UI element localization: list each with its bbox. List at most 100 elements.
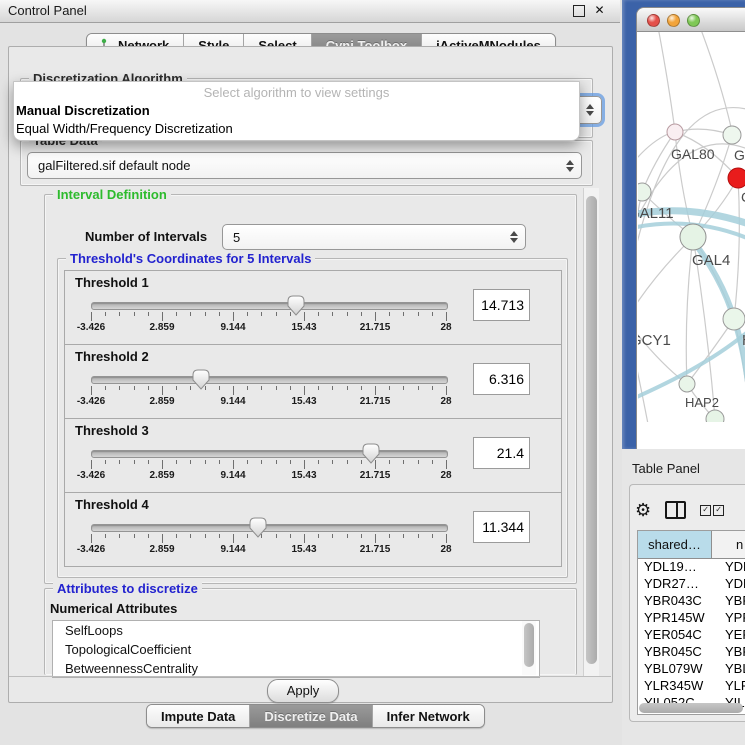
table-panel-title: Table Panel — [632, 461, 700, 476]
number-of-intervals-combobox[interactable]: 5 — [222, 224, 526, 250]
table-row[interactable]: YBL079WYBL0 — [638, 661, 745, 678]
combo-arrows-icon — [566, 160, 574, 172]
slider-track[interactable] — [91, 524, 448, 532]
panel-scrollbar-track[interactable] — [583, 188, 599, 676]
network-node[interactable] — [667, 124, 683, 140]
slider-thumb[interactable] — [192, 369, 210, 390]
slider-thumb[interactable] — [249, 517, 267, 538]
network-node-label: GAL11 — [638, 205, 674, 222]
cell-name: YBR0 — [717, 593, 745, 610]
slider-tick — [190, 460, 191, 464]
slider-thumb[interactable] — [362, 443, 380, 464]
tab-label: Impute Data — [161, 709, 235, 724]
network-node[interactable] — [638, 183, 651, 201]
slider-tick — [105, 534, 106, 538]
column-header-shared-name[interactable]: shared… — [638, 531, 712, 558]
network-node[interactable] — [679, 376, 695, 392]
slider-scale-label: 28 — [440, 322, 451, 333]
tab-discretize-data[interactable]: Discretize Data — [250, 705, 372, 727]
algorithm-option-manual-discretization[interactable]: Manual Discretization — [14, 103, 579, 121]
apply-button[interactable]: Apply — [267, 679, 339, 703]
table-data-combobox[interactable]: galFiltered.sif default node — [27, 152, 582, 179]
network-edge[interactable] — [658, 32, 674, 124]
network-edge[interactable] — [638, 237, 693, 320]
network-node[interactable] — [728, 168, 745, 188]
slider-track[interactable] — [91, 450, 448, 458]
combo-arrows-icon — [510, 231, 518, 243]
slider-track[interactable] — [91, 302, 448, 310]
tab-impute-data[interactable]: Impute Data — [147, 705, 250, 727]
slider-scale-label: 9.144 — [220, 322, 245, 333]
slider-tick — [162, 534, 163, 543]
column-header-name[interactable]: n — [712, 531, 745, 558]
tab-infer-network[interactable]: Infer Network — [373, 705, 484, 727]
slider-scale-label: 15.43 — [291, 470, 316, 481]
slider-tick — [318, 534, 319, 538]
slider-tick — [261, 460, 262, 464]
slider-tick — [375, 534, 376, 543]
slider-thumb[interactable] — [287, 295, 305, 316]
table-row[interactable]: YDR27…YDR2 — [638, 576, 745, 593]
panel-scrollbar-thumb[interactable] — [586, 196, 597, 664]
control-panel-titlebar: Control Panel ✕ — [0, 0, 620, 23]
table-row[interactable]: YBR043CYBR0 — [638, 593, 745, 610]
algorithm-option-equal-width-frequency-discretization[interactable]: Equal Width/Frequency Discretization — [14, 121, 579, 139]
table-row[interactable]: YPR145WYPR1 — [638, 610, 745, 627]
columns-icon[interactable] — [665, 501, 686, 519]
table-hscrollbar-thumb[interactable] — [639, 703, 743, 713]
threshold-value-field[interactable]: 21.4 — [473, 437, 530, 469]
network-node-label: GAL80 — [671, 146, 715, 162]
tab-label: Infer Network — [387, 709, 470, 724]
network-node-label: GCY1 — [638, 332, 671, 349]
slider-tick — [233, 460, 234, 469]
numerical-attributes-list[interactable]: SelfLoopsTopologicalCoefficientBetweenne… — [52, 620, 540, 678]
close-panel-icon[interactable]: ✕ — [593, 4, 606, 17]
slider-tick — [190, 534, 191, 538]
cell-shared-name: YPR145W — [638, 610, 717, 627]
network-canvas[interactable]: GAL80GACGAL11GAL4GCY1HHAP2 — [638, 32, 745, 422]
window-zoom-icon[interactable] — [687, 14, 700, 27]
network-node[interactable] — [680, 224, 706, 250]
algorithm-dropdown-popup: Select algorithm to view settings Manual… — [13, 81, 580, 141]
slider-tick — [276, 534, 277, 538]
table-row[interactable]: YDL19…YDL1 — [638, 559, 745, 576]
table-row[interactable]: YER054CYER0 — [638, 627, 745, 644]
table-data-value: galFiltered.sif default node — [38, 158, 190, 173]
slider-tick — [361, 386, 362, 390]
threshold-value-field[interactable]: 14.713 — [473, 289, 530, 321]
slider-tick — [219, 312, 220, 316]
network-node[interactable] — [723, 308, 745, 330]
algorithm-placeholder-option[interactable]: Select algorithm to view settings — [14, 82, 579, 103]
gear-icon[interactable]: ⚙ — [635, 501, 651, 519]
slider-tick — [418, 386, 419, 390]
slider-scale-label: 9.144 — [220, 470, 245, 481]
cell-name: YDR2 — [717, 576, 745, 593]
slider-tick — [91, 534, 92, 543]
cell-name: YBR0 — [717, 644, 745, 661]
window-minimize-icon[interactable] — [667, 14, 680, 27]
slider-scale-label: 28 — [440, 544, 451, 555]
float-panel-icon[interactable] — [573, 5, 585, 17]
slider-track[interactable] — [91, 376, 448, 384]
network-edge[interactable] — [700, 32, 731, 127]
cell-shared-name: YBR045C — [638, 644, 717, 661]
table-row[interactable]: YBR045CYBR0 — [638, 644, 745, 661]
number-of-intervals-label: Number of Intervals — [85, 229, 207, 244]
attributes-scrollbar-thumb[interactable] — [524, 623, 534, 667]
threshold-label: Threshold 4 — [75, 497, 149, 512]
threshold-value-field[interactable]: 6.316 — [473, 363, 530, 395]
network-node[interactable] — [723, 126, 741, 144]
network-window-titlebar[interactable] — [637, 8, 745, 32]
control-panel-title: Control Panel — [8, 3, 87, 18]
attribute-item-topologicalcoefficient[interactable]: TopologicalCoefficient — [53, 640, 539, 659]
select-columns-icon[interactable]: ✓ ✓ — [700, 505, 724, 516]
network-edge[interactable] — [734, 178, 739, 319]
cell-shared-name: YDL19… — [638, 559, 717, 576]
attributes-scrollbar-track[interactable] — [522, 621, 536, 675]
attribute-item-selfloops[interactable]: SelfLoops — [53, 621, 539, 640]
threshold-value-field[interactable]: 11.344 — [473, 511, 530, 543]
slider-tick — [432, 460, 433, 464]
window-close-icon[interactable] — [647, 14, 660, 27]
slider-tick — [332, 312, 333, 316]
table-row[interactable]: YLR345WYLR3 — [638, 678, 745, 695]
